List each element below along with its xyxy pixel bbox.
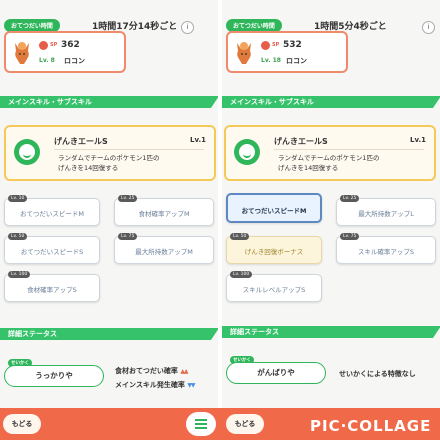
main-skill-card[interactable]: げんきエールS Lv.1 ランダムでチームのポケモン1匹の げんきを14回復する (224, 125, 436, 181)
sub-skill-lv10[interactable]: おてつだいスピードM (226, 193, 322, 223)
stat-up-label: 食材おてつだい確率 (115, 367, 178, 375)
unlock-level-tag: Lv. 25 (118, 195, 138, 202)
menu-icon (195, 419, 207, 421)
sub-skill-label: おてつだいスピードS (20, 248, 84, 256)
pokemon-level: Lv. 18 (261, 57, 281, 64)
sub-skill-lv75[interactable]: Lv. 75 スキル確率アップS (336, 233, 436, 264)
main-skill-description: ランダムでチームのポケモン1匹の げんきを14回復する (278, 153, 379, 173)
unlock-level-tag: Lv. 100 (230, 271, 253, 278)
sp-label: SP (50, 42, 58, 48)
desc-line-2: げんきを14回復する (58, 164, 119, 172)
desc-line-1: ランダムでチームのポケモン1匹の (58, 154, 160, 162)
menu-icon (195, 427, 207, 429)
main-skill-card[interactable]: げんきエールS Lv.1 ランダムでチームのポケモン1匹の げんきを14回復する (4, 125, 216, 181)
nature-button[interactable]: うっかりや (4, 365, 104, 387)
sub-skill-lv50[interactable]: Lv. 50 げんき回復ボーナス (226, 233, 322, 264)
sub-skill-lv50[interactable]: Lv. 50 おてつだいスピードS (4, 233, 100, 264)
main-skill-name: げんきエールS (54, 137, 108, 146)
nature-button[interactable]: がんばりや (226, 362, 326, 384)
stats-section-header: 詳細ステータス (0, 328, 218, 340)
menu-icon (195, 423, 207, 425)
sub-skill-label: おてつだいスピードM (20, 210, 84, 218)
sub-skill-label: スキル確率アップS (357, 248, 415, 256)
stats-section-header: 詳細ステータス (222, 326, 440, 338)
sub-skill-label: 最大所持数アップM (135, 248, 193, 256)
sub-skill-label: 最大所持数アップL (358, 210, 414, 218)
sub-skill-lv100[interactable]: Lv. 100 スキルレベルアップS (226, 271, 322, 302)
bottom-bar: もどる もどる PIC·COLLAGE (0, 408, 440, 440)
pokemon-level: Lv. 8 (39, 57, 55, 64)
arrow-down-icon: ▼▼ (187, 382, 195, 389)
pokemon-name: ロコン (64, 57, 85, 65)
sp-value: 532 (283, 40, 302, 50)
pokemon-name: ロコン (286, 57, 307, 65)
stat-up-row: 食材おてつだい確率 ▲▲ (115, 366, 189, 376)
unlock-level-tag: Lv. 10 (8, 195, 28, 202)
sub-skill-lv25[interactable]: Lv. 25 食材確率アップM (114, 195, 214, 226)
unlock-level-tag: Lv. 75 (118, 233, 138, 240)
unlock-level-tag: Lv. 50 (230, 233, 250, 240)
sub-skill-label: げんき回復ボーナス (244, 248, 304, 256)
sub-skill-label: 食材確率アップM (138, 210, 190, 218)
divider (54, 149, 204, 150)
nature-effect: せいかくによる特徴なし (339, 370, 416, 378)
unlock-level-tag: Lv. 25 (340, 195, 360, 202)
menu-button[interactable] (186, 412, 216, 436)
stat-down-label: メインスキル発生確率 (115, 381, 185, 389)
sp-label: SP (272, 42, 280, 48)
arrow-up-icon: ▲▲ (180, 368, 188, 375)
sub-skill-lv25[interactable]: Lv. 25 最大所持数アップL (336, 195, 436, 226)
sub-skill-label: おてつだいスピードM (241, 207, 307, 215)
info-button[interactable]: i (181, 21, 194, 34)
unlock-level-tag: Lv. 75 (340, 233, 360, 240)
desc-line-2: げんきを14回復する (278, 164, 339, 172)
unlock-level-tag: Lv. 100 (8, 271, 31, 278)
sub-skill-lv75[interactable]: Lv. 75 最大所持数アップM (114, 233, 214, 264)
unlock-level-tag: Lv. 50 (8, 233, 28, 240)
back-button[interactable]: もどる (3, 414, 41, 434)
main-skill-level: Lv.1 (410, 136, 426, 144)
pokemon-card: SP 362 Lv. 8 ロコン (4, 31, 126, 73)
stat-down-row: メインスキル発生確率 ▼▼ (115, 380, 196, 390)
pic-collage-watermark: PIC·COLLAGE (310, 417, 432, 435)
sub-skill-lv10[interactable]: Lv. 10 おてつだいスピードM (4, 195, 100, 226)
main-skill-name: げんきエールS (274, 137, 328, 146)
back-button-right[interactable]: もどる (226, 414, 264, 434)
divider (274, 149, 424, 150)
skill-section-header: メインスキル・サブスキル (222, 96, 440, 108)
sub-skill-label: スキルレベルアップS (242, 286, 306, 294)
desc-line-1: ランダムでチームのポケモン1匹の (278, 154, 380, 162)
right-panel: おてつだい時間 1時間5分4秒ごと i SP 532 Lv. 18 ロコン メイ… (222, 0, 440, 408)
vulpix-image (237, 42, 251, 64)
main-skill-description: ランダムでチームのポケモン1匹の げんきを14回復する (58, 153, 159, 173)
sp-value: 362 (61, 40, 80, 50)
pokemon-card: SP 532 Lv. 18 ロコン (226, 31, 348, 73)
main-skill-level: Lv.1 (190, 136, 206, 144)
skill-section-header: メインスキル・サブスキル (0, 96, 218, 108)
sub-skill-lv100[interactable]: Lv. 100 食材確率アップS (4, 271, 100, 302)
sp-icon (261, 41, 270, 50)
vulpix-image (15, 42, 29, 64)
sub-skill-label: 食材確率アップS (27, 286, 77, 294)
sp-icon (39, 41, 48, 50)
smile-icon (234, 139, 260, 165)
smile-icon (14, 139, 40, 165)
info-button[interactable]: i (422, 21, 435, 34)
left-panel: おてつだい時間 1時間17分14秒ごと i SP 362 Lv. 8 ロコン メ… (0, 0, 218, 408)
